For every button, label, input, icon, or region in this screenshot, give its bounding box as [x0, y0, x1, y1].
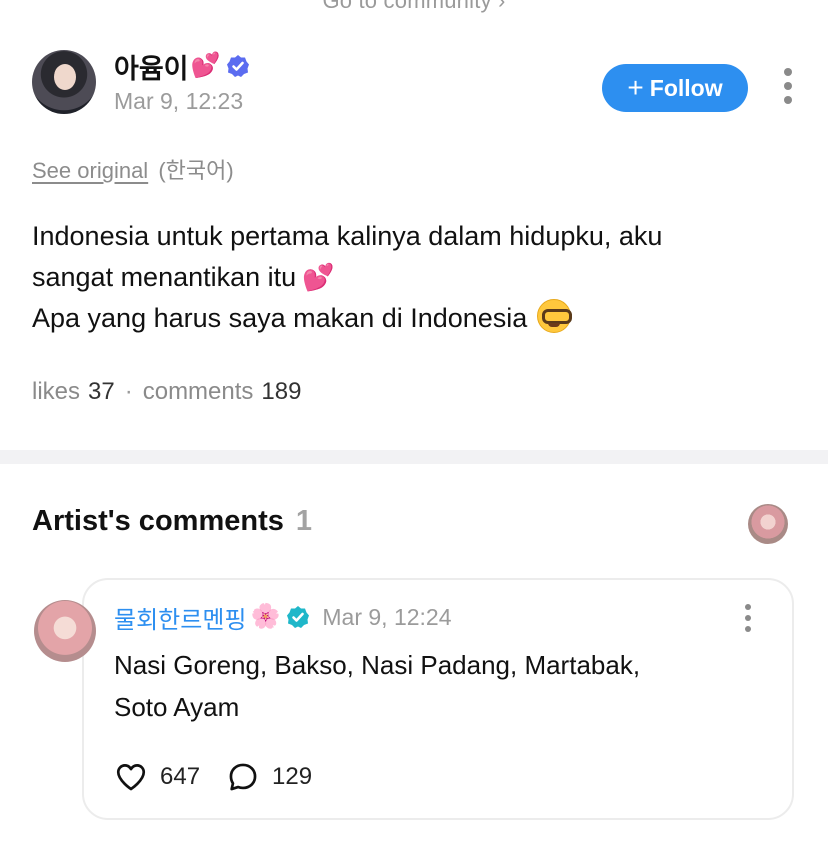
comments-count[interactable]: 189: [261, 378, 301, 406]
comment-more-options-icon[interactable]: [740, 604, 756, 634]
nerd-face-emoji: [537, 299, 573, 333]
artist-verified-icon: [287, 606, 310, 628]
comment-timestamp: Mar 9, 12:24: [322, 603, 452, 630]
post-timestamp: Mar 9, 12:23: [114, 88, 244, 114]
comment-text: Nasi Goreng, Bakso, Nasi Padang, Martaba…: [114, 644, 754, 728]
author-emoji: 💕: [190, 52, 221, 79]
likes-label: likes: [32, 378, 81, 405]
comment-reply-button[interactable]: 129: [226, 760, 312, 794]
comment-like-count: 647: [160, 763, 201, 790]
artist-comments-count: 1: [295, 505, 312, 537]
follow-button[interactable]: + Follow: [602, 64, 748, 112]
section-divider: [0, 450, 828, 464]
artist-comments-title: Artist's comments: [32, 505, 284, 537]
comments-label: comments: [142, 378, 254, 405]
author-row: 아윰이 💕: [114, 50, 250, 84]
more-options-icon[interactable]: [778, 68, 798, 108]
comment-header: 물회한르멘핑 🌸 Mar 9, 12:24: [114, 600, 452, 634]
post-body-line-1: Indonesia untuk pertama kalinya dalam hi…: [32, 221, 663, 251]
comment-text-line-2: Soto Ayam: [114, 692, 240, 722]
chevron-right-icon: ›: [498, 0, 506, 13]
artist-avatar-small[interactable]: [748, 504, 788, 544]
artist-comments-header: Artist's comments 1: [32, 505, 312, 538]
see-original-link[interactable]: See original: [32, 158, 148, 183]
original-language-hint: (한국어): [158, 158, 234, 183]
post-stats: likes 37 · comments 189: [32, 378, 301, 406]
comment-text-line-1: Nasi Goreng, Bakso, Nasi Padang, Martaba…: [114, 650, 641, 680]
comment-reply-count: 129: [272, 763, 313, 790]
post-body-line-3-text: Apa yang harus saya makan di Indonesia: [32, 303, 528, 333]
post-header: 아윰이 💕 Mar 9, 12:23 + Follow: [32, 50, 796, 120]
comment-bubble-icon: [229, 763, 257, 791]
follow-label: Follow: [649, 74, 723, 101]
likes-count[interactable]: 37: [88, 378, 115, 406]
heart-outline-icon: [116, 764, 146, 791]
author-name[interactable]: 아윰이: [114, 47, 189, 86]
commenter-name[interactable]: 물회한르멘핑: [114, 600, 246, 635]
cherry-blossom-emoji: 🌸: [250, 603, 281, 630]
translation-row: See original (한국어): [32, 153, 234, 185]
author-avatar[interactable]: [32, 50, 96, 114]
go-to-community-link[interactable]: Go to community ›: [0, 0, 828, 14]
two-hearts-emoji: 💕: [302, 262, 335, 292]
post-body-line-2: sangat menantikan itu 💕: [32, 257, 772, 298]
post-body-line-2-text: sangat menantikan itu: [32, 262, 297, 292]
comment-like-button[interactable]: 647: [114, 760, 200, 794]
plus-icon: +: [627, 72, 644, 103]
post-body-line-3: Apa yang harus saya makan di Indonesia: [32, 298, 772, 339]
go-to-community-label: Go to community: [322, 0, 492, 13]
stats-separator: ·: [124, 378, 133, 405]
commenter-avatar[interactable]: [34, 600, 96, 662]
comment-reactions: 647 129: [114, 760, 338, 794]
post-body: Indonesia untuk pertama kalinya dalam hi…: [32, 216, 772, 339]
verified-badge-icon: [227, 55, 250, 77]
